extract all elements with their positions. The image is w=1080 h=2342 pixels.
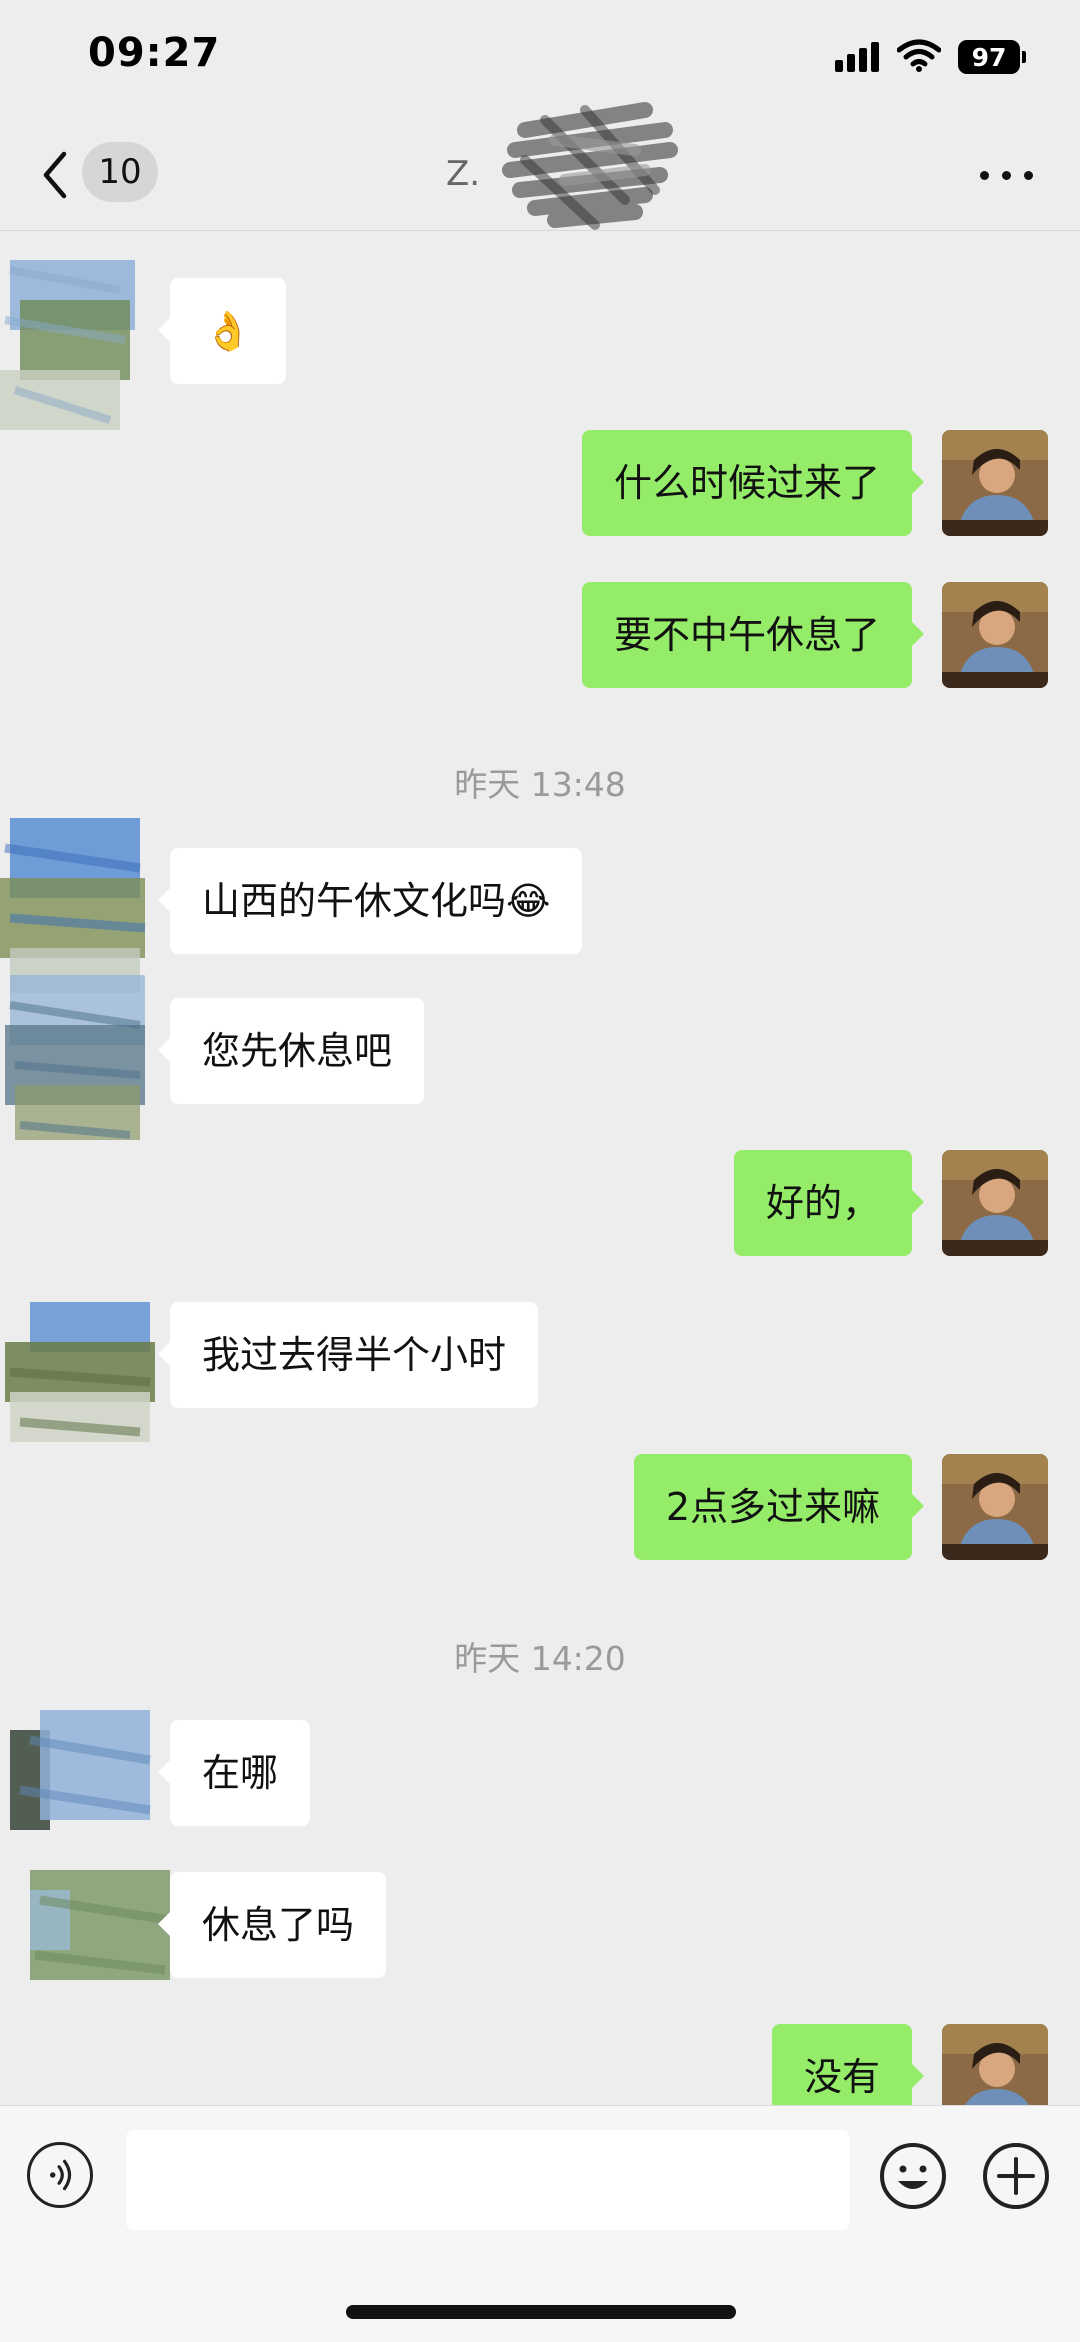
signal-icon — [835, 42, 881, 72]
user-avatar[interactable] — [942, 1454, 1048, 1560]
home-indicator — [346, 2305, 736, 2319]
incoming-message-bubble[interactable]: 休息了吗 — [157, 1872, 387, 1978]
contact-avatar[interactable] — [0, 1292, 160, 1452]
wifi-icon — [897, 39, 941, 72]
voice-icon[interactable] — [27, 2142, 93, 2208]
contact-avatar[interactable] — [0, 250, 135, 440]
status-time: 09:27 — [88, 30, 221, 76]
outgoing-message-bubble[interactable]: 什么时候过来了 — [581, 430, 925, 536]
message-timestamp: 昨天 13:48 — [454, 765, 626, 804]
incoming-message-bubble[interactable]: 我过去得半个小时 — [157, 1302, 539, 1408]
contact-avatar[interactable] — [0, 808, 150, 998]
chevron-left-icon[interactable] — [40, 148, 70, 202]
contact-avatar[interactable] — [0, 1860, 175, 1990]
chat-title: Z. — [446, 154, 481, 194]
contact-avatar[interactable] — [0, 1700, 160, 1840]
user-avatar[interactable] — [942, 582, 1048, 688]
incoming-message-bubble[interactable]: 在哪 — [157, 1720, 311, 1826]
redaction-scribble — [502, 102, 678, 230]
outgoing-message-bubble[interactable]: 要不中午休息了 — [581, 582, 925, 688]
more-dots-icon[interactable] — [980, 165, 1036, 185]
user-avatar[interactable] — [942, 430, 1048, 536]
emoji-icon[interactable] — [878, 2141, 948, 2211]
message-timestamp: 昨天 14:20 — [454, 1639, 626, 1678]
contact-avatar[interactable] — [0, 975, 150, 1145]
outgoing-message-bubble[interactable]: 2点多过来嘛 — [633, 1454, 925, 1560]
chat-header: 10 Z. — [0, 102, 1080, 231]
incoming-message-bubble[interactable]: 山西的午休文化吗😂 — [157, 848, 583, 954]
user-avatar[interactable] — [942, 1150, 1048, 1256]
message-input[interactable] — [126, 2130, 850, 2230]
outgoing-message-bubble[interactable]: 好的， — [733, 1150, 925, 1256]
battery-indicator: 97 — [958, 40, 1026, 74]
incoming-message-bubble[interactable]: 👌 — [158, 278, 286, 384]
plus-icon[interactable] — [981, 2141, 1051, 2211]
incoming-message-bubble[interactable]: 您先休息吧 — [157, 998, 425, 1104]
unread-count-badge[interactable]: 10 — [82, 142, 158, 202]
